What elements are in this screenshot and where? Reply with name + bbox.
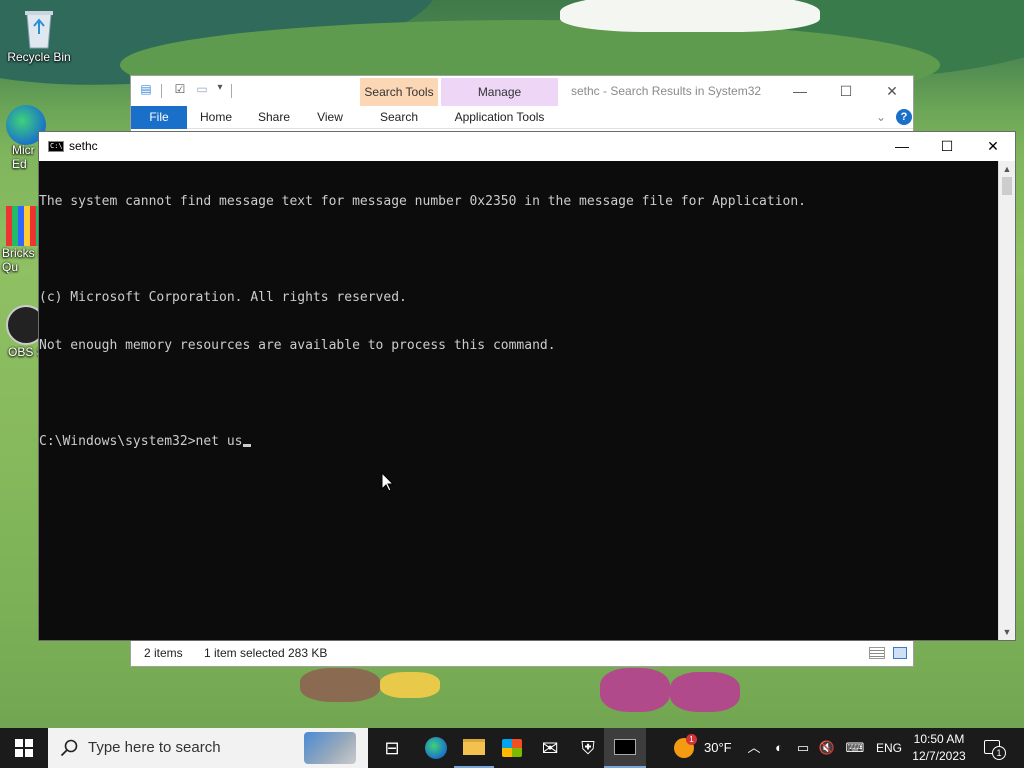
explorer-status-bar: 2 items 1 item selected 283 KB bbox=[131, 640, 913, 666]
start-button[interactable] bbox=[4, 728, 44, 768]
cmd-vertical-scrollbar[interactable]: ▲ ▼ bbox=[998, 161, 1015, 640]
show-hidden-icons-chevron-icon[interactable]: ︿ bbox=[746, 728, 762, 768]
properties-icon[interactable]: ☑ bbox=[173, 82, 187, 100]
status-size: 283 KB bbox=[288, 646, 328, 660]
meet-now-icon[interactable]: ◐ bbox=[770, 728, 788, 768]
taskbar-security-button[interactable]: ⛨ bbox=[568, 728, 608, 768]
scroll-up-arrow-icon[interactable]: ▲ bbox=[999, 161, 1015, 177]
tab-view[interactable]: View bbox=[307, 106, 353, 129]
tab-home[interactable]: Home bbox=[193, 106, 239, 129]
cmd-icon: C:\ bbox=[48, 141, 64, 152]
ribbon-expand-chevron-icon[interactable]: ⌄ bbox=[871, 106, 891, 129]
keyboard-icon[interactable]: ⌨ bbox=[844, 728, 866, 768]
cmd-icon bbox=[614, 739, 636, 755]
mouse-pointer-icon bbox=[381, 472, 395, 492]
clock[interactable]: 10:50 AM 12/7/2023 bbox=[910, 728, 968, 768]
console-command: C:\Windows\system32>net us bbox=[39, 434, 243, 449]
desktop-icon-recycle-bin[interactable]: Recycle Bin bbox=[2, 6, 76, 64]
search-icon bbox=[60, 739, 78, 757]
windows-logo-icon bbox=[15, 739, 33, 757]
folder-icon[interactable]: ▤ bbox=[139, 82, 153, 100]
status-selection: 1 item selected bbox=[204, 646, 285, 660]
notification-count-badge: 1 bbox=[992, 746, 1006, 760]
cmd-close-button[interactable]: ✕ bbox=[970, 131, 1016, 161]
cmd-maximize-button[interactable]: ☐ bbox=[924, 131, 970, 161]
cmd-titlebar: C:\ sethc — ☐ ✕ bbox=[39, 132, 1015, 161]
tab-share[interactable]: Share bbox=[251, 106, 297, 129]
clock-time: 10:50 AM bbox=[913, 732, 965, 746]
search-highlight-icon bbox=[304, 732, 356, 764]
weather-widget[interactable]: 1 30°F bbox=[672, 728, 736, 768]
scroll-down-arrow-icon[interactable]: ▼ bbox=[999, 624, 1015, 640]
taskbar-search-box[interactable]: Type here to search bbox=[48, 728, 368, 768]
clock-date: 12/7/2023 bbox=[912, 749, 966, 763]
taskbar-cmd-button[interactable] bbox=[604, 728, 646, 768]
qa-divider bbox=[161, 84, 162, 98]
console-line: Not enough memory resources are availabl… bbox=[39, 338, 556, 353]
language-indicator[interactable]: ENG bbox=[876, 728, 902, 768]
customize-qa-chevron-icon[interactable]: ▾ bbox=[213, 82, 227, 100]
taskbar-mail-button[interactable]: ✉ bbox=[530, 728, 570, 768]
explorer-maximize-button[interactable]: ☐ bbox=[823, 76, 869, 106]
qa-divider-2 bbox=[231, 84, 232, 98]
cmd-window-title: sethc bbox=[69, 139, 98, 153]
explorer-titlebar: ▤ ☑ ▭ ▾ Search Tools Manage sethc - Sear… bbox=[131, 76, 913, 106]
status-item-count: 2 items bbox=[144, 646, 183, 660]
volume-muted-icon[interactable]: 🔇 bbox=[818, 728, 836, 768]
network-icon[interactable]: ▭ bbox=[794, 728, 812, 768]
tab-application-tools[interactable]: Application Tools bbox=[441, 106, 558, 129]
tab-search[interactable]: Search bbox=[360, 106, 438, 129]
cmd-console-output[interactable]: The system cannot find message text for … bbox=[39, 161, 1000, 640]
tab-file[interactable]: File bbox=[131, 106, 187, 129]
weather-temperature: 30°F bbox=[704, 740, 732, 755]
search-tools-context-header: Search Tools bbox=[360, 78, 438, 106]
explorer-close-button[interactable]: ✕ bbox=[869, 76, 915, 106]
taskbar-file-explorer-button[interactable] bbox=[454, 728, 494, 768]
weather-badge: 1 bbox=[686, 734, 697, 745]
mail-icon: ✉ bbox=[541, 737, 559, 760]
cmd-minimize-button[interactable]: — bbox=[879, 131, 925, 161]
notification-center-button[interactable]: 1 bbox=[980, 728, 1010, 768]
search-placeholder: Type here to search bbox=[88, 739, 221, 756]
shield-icon: ⛨ bbox=[581, 737, 595, 758]
taskbar: Type here to search ⊟ ✉ ⛨ 1 30°F ︿ ◐ ▭ 🔇… bbox=[0, 728, 1024, 768]
store-icon bbox=[502, 739, 522, 757]
task-view-icon: ⊟ bbox=[384, 737, 400, 758]
details-view-icon[interactable] bbox=[869, 647, 885, 659]
explorer-minimize-button[interactable]: — bbox=[777, 76, 823, 106]
large-icons-view-icon[interactable] bbox=[893, 647, 907, 659]
console-prompt-line[interactable]: C:\Windows\system32>net us bbox=[39, 434, 1000, 450]
recycle-bin-icon bbox=[19, 6, 59, 49]
cmd-window: C:\ sethc — ☐ ✕ The system cannot find m… bbox=[38, 131, 1016, 641]
manage-context-header: Manage bbox=[441, 78, 558, 106]
new-folder-icon[interactable]: ▭ bbox=[195, 82, 209, 100]
text-cursor bbox=[242, 444, 251, 447]
console-line: The system cannot find message text for … bbox=[39, 194, 807, 209]
taskbar-store-button[interactable] bbox=[492, 728, 532, 768]
explorer-window-title: sethc - Search Results in System32 bbox=[571, 84, 762, 98]
folder-icon bbox=[463, 739, 485, 755]
help-icon[interactable]: ? bbox=[896, 109, 912, 125]
task-view-button[interactable]: ⊟ bbox=[372, 728, 412, 768]
taskbar-edge-button[interactable] bbox=[416, 728, 456, 768]
scrollbar-thumb[interactable] bbox=[1002, 177, 1012, 195]
edge-icon bbox=[425, 737, 447, 759]
console-line: (c) Microsoft Corporation. All rights re… bbox=[39, 290, 407, 305]
explorer-ribbon-tabs: File Home Share View Search Application … bbox=[131, 106, 913, 129]
